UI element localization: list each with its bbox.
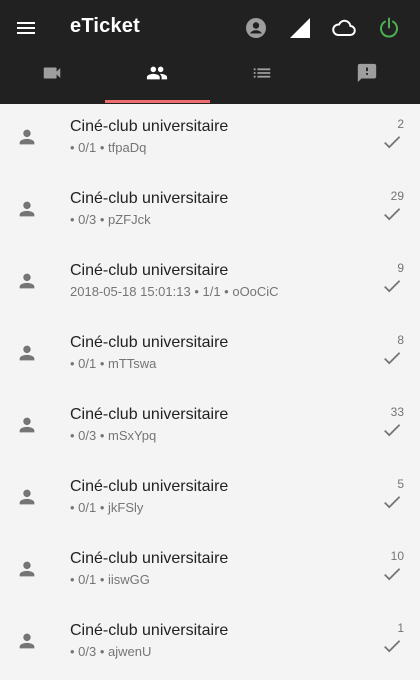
list-item[interactable]: Ciné-club universitaire • 0/3 • ajwenU 1 bbox=[0, 608, 420, 680]
person-icon bbox=[19, 273, 35, 289]
videocam-icon bbox=[43, 67, 61, 79]
item-subtitle: • 0/1 • tfpaDq bbox=[70, 140, 147, 155]
tab-indicator bbox=[105, 100, 210, 103]
list-item[interactable]: Ciné-club universitaire • 0/1 • mTTswa 8 bbox=[0, 320, 420, 392]
item-title: Ciné-club universitaire bbox=[70, 550, 229, 567]
app-title: eTicket bbox=[70, 15, 140, 37]
list-item[interactable]: Ciné-club universitaire • 0/3 • pZFJck 2… bbox=[0, 176, 420, 248]
item-subtitle: • 0/1 • iiswGG bbox=[70, 572, 150, 587]
item-subtitle: • 0/1 • mTTswa bbox=[70, 356, 157, 371]
signal-icon bbox=[288, 16, 312, 40]
item-subtitle: • 0/1 • jkFSly bbox=[70, 500, 144, 515]
tab-list[interactable] bbox=[210, 56, 315, 104]
person-icon bbox=[19, 561, 35, 577]
person-icon bbox=[19, 417, 35, 433]
feedback-icon bbox=[357, 63, 377, 83]
item-subtitle: • 0/3 • mSxYpq bbox=[70, 428, 157, 443]
item-title: Ciné-club universitaire bbox=[70, 406, 229, 423]
item-subtitle: • 0/3 • pZFJck bbox=[70, 212, 151, 227]
list-icon bbox=[253, 68, 271, 78]
item-title: Ciné-club universitaire bbox=[70, 622, 229, 639]
person-icon bbox=[19, 633, 35, 649]
item-title: Ciné-club universitaire bbox=[70, 334, 229, 351]
person-icon bbox=[19, 345, 35, 361]
person-icon bbox=[19, 129, 35, 145]
tab-videocam[interactable] bbox=[0, 56, 105, 104]
item-count: 8 bbox=[397, 333, 404, 347]
list-item[interactable]: Ciné-club universitaire • 0/1 • tfpaDq 2 bbox=[0, 104, 420, 176]
list-item[interactable]: Ciné-club universitaire • 0/1 • iiswGG 1… bbox=[0, 536, 420, 608]
toolbar: eTicket bbox=[0, 0, 420, 56]
ticket-list: Ciné-club universitaire • 0/1 • tfpaDq 2… bbox=[0, 104, 420, 680]
check-icon bbox=[384, 208, 401, 221]
check-icon bbox=[384, 640, 401, 653]
item-count: 9 bbox=[397, 261, 404, 275]
check-icon bbox=[384, 496, 401, 509]
item-count: 5 bbox=[397, 477, 404, 491]
item-title: Ciné-club universitaire bbox=[70, 478, 229, 495]
tab-feedback[interactable] bbox=[315, 56, 420, 104]
app-bar: eTicket bbox=[0, 0, 420, 104]
item-count: 2 bbox=[397, 117, 404, 131]
item-count: 10 bbox=[390, 549, 404, 563]
item-count: 29 bbox=[390, 189, 404, 203]
item-subtitle: 2018-05-18 15:01:13 • 1/1 • oOoCiC bbox=[70, 284, 279, 299]
check-icon bbox=[384, 136, 401, 149]
item-count: 33 bbox=[390, 405, 404, 419]
check-icon bbox=[384, 352, 401, 365]
item-count: 1 bbox=[397, 621, 404, 635]
tab-people[interactable] bbox=[105, 56, 210, 104]
person-icon bbox=[19, 489, 35, 505]
list-item[interactable]: Ciné-club universitaire • 0/1 • jkFSly 5 bbox=[0, 464, 420, 536]
cloud-icon[interactable] bbox=[331, 16, 357, 40]
item-title: Ciné-club universitaire bbox=[70, 190, 229, 207]
account-circle-icon[interactable] bbox=[244, 16, 268, 40]
tab-bar bbox=[0, 56, 420, 104]
power-icon[interactable] bbox=[377, 16, 401, 40]
item-subtitle: • 0/3 • ajwenU bbox=[70, 644, 152, 659]
list-item[interactable]: Ciné-club universitaire • 0/3 • mSxYpq 3… bbox=[0, 392, 420, 464]
check-icon bbox=[384, 424, 401, 437]
menu-icon[interactable] bbox=[14, 16, 38, 40]
list-item[interactable]: Ciné-club universitaire 2018-05-18 15:01… bbox=[0, 248, 420, 320]
check-icon bbox=[384, 280, 401, 293]
people-icon bbox=[146, 66, 168, 80]
check-icon bbox=[384, 568, 401, 581]
item-title: Ciné-club universitaire bbox=[70, 262, 229, 279]
item-title: Ciné-club universitaire bbox=[70, 118, 229, 135]
person-icon bbox=[19, 201, 35, 217]
